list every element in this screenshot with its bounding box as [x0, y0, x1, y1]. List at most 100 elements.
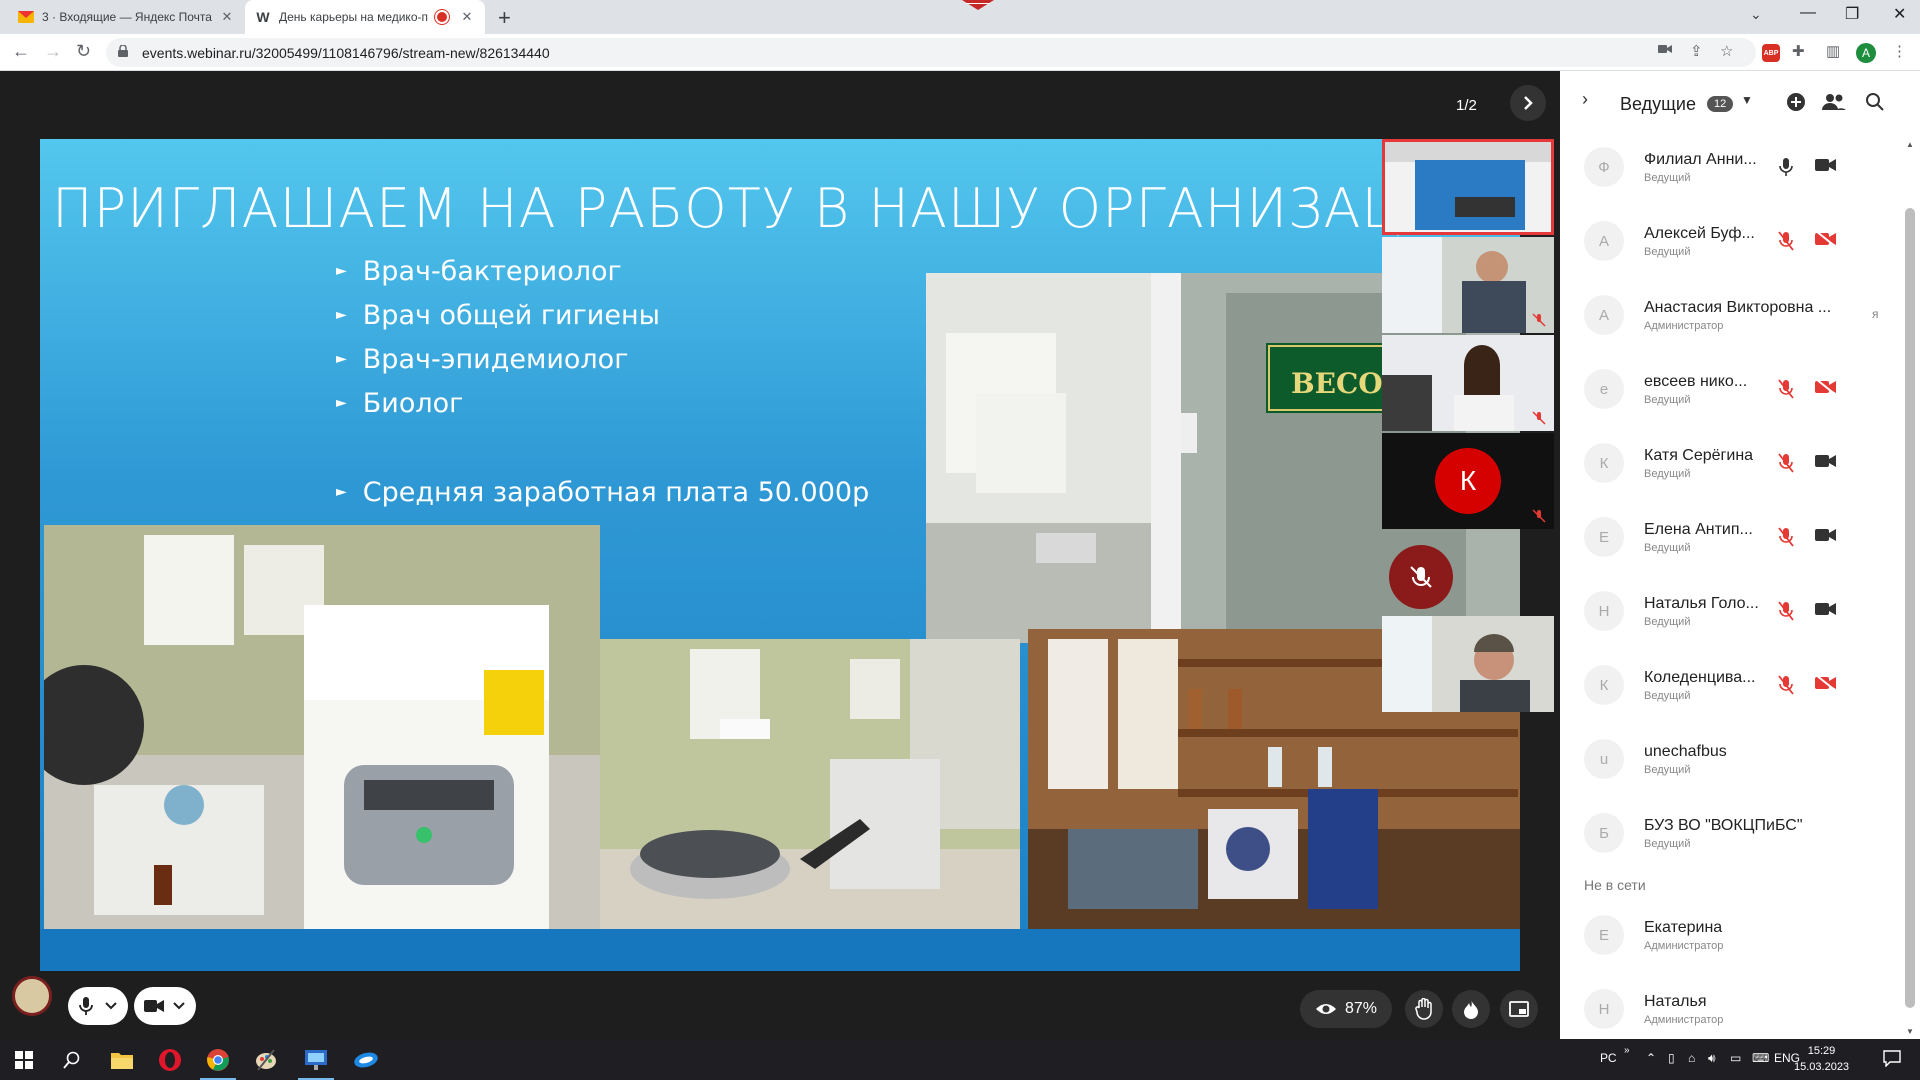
camera-off-icon[interactable]	[1815, 675, 1837, 691]
new-tab-button[interactable]: +	[498, 5, 511, 31]
file-explorer-button[interactable]	[98, 1039, 146, 1080]
bookmark-star-icon[interactable]: ☆	[1720, 42, 1733, 60]
forward-icon[interactable]: →	[44, 41, 62, 62]
paint-button[interactable]	[242, 1039, 290, 1080]
display-icon[interactable]: ▭	[1730, 1051, 1741, 1065]
participants-group-icon[interactable]	[1822, 92, 1846, 112]
notifications-icon[interactable]	[1883, 1049, 1901, 1070]
adblock-icon[interactable]: ABP	[1762, 44, 1780, 62]
participant-avatar: Ф	[1584, 147, 1624, 187]
participant-name: Наталья Голо...	[1644, 595, 1759, 612]
muted-mic-icon[interactable]	[1778, 527, 1794, 547]
panel-scrollbar[interactable]	[1905, 208, 1915, 1008]
muted-mic-icon[interactable]	[1778, 231, 1794, 251]
scroll-down-icon[interactable]: ▼	[1906, 1027, 1914, 1036]
video-tile-main[interactable]	[1382, 139, 1554, 235]
video-tile-participant[interactable]	[1382, 237, 1554, 333]
microphone-control[interactable]	[68, 987, 128, 1025]
extensions-icon[interactable]: ✚	[1792, 42, 1805, 60]
muted-mic-icon[interactable]	[1778, 453, 1794, 473]
participant-row[interactable]: К Катя Серёгина Ведущий	[1560, 427, 1912, 501]
chrome-button[interactable]	[194, 1039, 242, 1080]
presentation-app-button[interactable]	[292, 1039, 340, 1080]
camera-off-icon[interactable]	[1815, 379, 1837, 395]
participant-row[interactable]: А Анастасия Викторовна ... Администратор…	[1560, 279, 1912, 353]
video-tile-participant[interactable]	[1382, 616, 1554, 712]
tray-up-arrow-icon[interactable]: ⌃	[1646, 1051, 1656, 1065]
share-icon[interactable]: ⇪	[1690, 42, 1703, 60]
network-icon[interactable]: ⌂	[1688, 1051, 1695, 1065]
input-lang-short[interactable]: РС	[1600, 1051, 1617, 1065]
participant-role: Администратор	[1644, 320, 1724, 332]
scroll-up-icon[interactable]: ▲	[1906, 140, 1914, 149]
tab-yandex-mail[interactable]: 3 · Входящие — Яндекс Почта ✕	[8, 0, 245, 34]
camera-control[interactable]	[134, 987, 196, 1025]
participant-row[interactable]: К Коледенцива... Ведущий	[1560, 649, 1912, 723]
minimize-icon[interactable]: —	[1800, 4, 1816, 22]
microphone-icon	[79, 997, 93, 1015]
participant-row[interactable]: е евсеев нико... Ведущий	[1560, 353, 1912, 427]
panel-title[interactable]: Ведущие	[1620, 94, 1696, 115]
speaker-muted-indicator[interactable]	[1389, 545, 1453, 609]
restore-icon[interactable]: ❐	[1845, 4, 1859, 24]
camera-icon[interactable]	[1815, 453, 1837, 469]
profile-avatar[interactable]: A	[1856, 43, 1876, 63]
camera-icon[interactable]	[1815, 527, 1837, 543]
reload-icon[interactable]: ↻	[76, 41, 91, 62]
add-participant-icon[interactable]	[1786, 92, 1806, 112]
volume-icon[interactable]: 🔊︎	[1708, 1051, 1716, 1066]
back-icon[interactable]: ←	[12, 41, 30, 62]
close-window-icon[interactable]: ✕	[1893, 4, 1906, 24]
participant-row[interactable]: Н Наталья Администратор	[1560, 973, 1912, 1047]
video-tile-participant[interactable]	[1382, 335, 1554, 431]
vacancy-list: Врач-бактериолог Врач общей гигиены Врач…	[336, 249, 869, 514]
camera-icon[interactable]	[1815, 601, 1837, 617]
shortcut-button[interactable]	[342, 1039, 390, 1080]
participant-role: Ведущий	[1644, 764, 1691, 776]
recording-icon	[437, 12, 447, 22]
participant-row[interactable]: Е Елена Антип... Ведущий	[1560, 501, 1912, 575]
search-icon[interactable]	[1865, 92, 1885, 112]
side-panel-icon[interactable]: ▥	[1826, 42, 1840, 60]
camera-permission-icon[interactable]	[1658, 42, 1672, 59]
browser-menu-icon[interactable]: ⋮	[1892, 42, 1907, 60]
vacancy-item: Биолог	[336, 381, 869, 425]
participant-row[interactable]: Б БУЗ ВО "ВОКЦПиБС" Ведущий	[1560, 797, 1912, 871]
search-button[interactable]	[48, 1039, 96, 1080]
usb-icon[interactable]: ▯	[1668, 1051, 1675, 1065]
close-tab-icon[interactable]: ✕	[459, 9, 475, 25]
participant-name: Наталья	[1644, 993, 1707, 1010]
muted-mic-icon[interactable]	[1778, 601, 1794, 621]
opera-button[interactable]	[146, 1039, 194, 1080]
raise-hand-button[interactable]	[1405, 990, 1443, 1028]
chevron-right-icon[interactable]: »	[1624, 1045, 1630, 1056]
chevron-down-icon[interactable]: ▼	[1741, 93, 1753, 107]
reactions-button[interactable]	[1452, 990, 1490, 1028]
tab-webinar[interactable]: W День карьеры на медико-п ✕	[245, 0, 485, 34]
participants-panel: › Ведущие 12 ▼ Ф Филиал Анни... Ведущий …	[1560, 71, 1920, 1039]
participant-row[interactable]: Н Наталья Голо... Ведущий	[1560, 575, 1912, 649]
picture-in-picture-button[interactable]	[1500, 990, 1538, 1028]
keyboard-icon[interactable]: ⌨︎	[1752, 1051, 1769, 1065]
muted-mic-icon[interactable]	[1778, 379, 1794, 399]
camera-icon[interactable]	[1815, 157, 1837, 173]
video-tile-avatar[interactable]: К	[1382, 433, 1554, 529]
participant-row[interactable]: u unechafbus Ведущий	[1560, 723, 1912, 797]
system-clock[interactable]: 15:29 15.03.2023	[1794, 1043, 1849, 1075]
muted-mic-icon[interactable]	[1778, 675, 1794, 695]
participant-row[interactable]: А Алексей Буф... Ведущий	[1560, 205, 1912, 279]
participant-row[interactable]: Е Екатерина Администратор	[1560, 899, 1912, 973]
participant-row[interactable]: Ф Филиал Анни... Ведущий	[1560, 131, 1912, 205]
participant-avatar: К	[1584, 443, 1624, 483]
tab-search-icon[interactable]: ⌄	[1750, 6, 1762, 23]
next-slide-button[interactable]	[1510, 85, 1546, 121]
close-tab-icon[interactable]: ✕	[219, 9, 235, 25]
microphone-icon[interactable]	[1778, 157, 1794, 177]
address-bar[interactable]: events.webinar.ru/32005499/1108146796/st…	[106, 38, 1756, 67]
participant-role: Ведущий	[1644, 690, 1691, 702]
camera-off-icon[interactable]	[1815, 231, 1837, 247]
chevron-right-icon	[1524, 96, 1533, 110]
opera-icon	[159, 1048, 181, 1071]
start-button[interactable]	[0, 1039, 48, 1080]
collapse-panel-icon[interactable]: ›	[1582, 89, 1588, 110]
